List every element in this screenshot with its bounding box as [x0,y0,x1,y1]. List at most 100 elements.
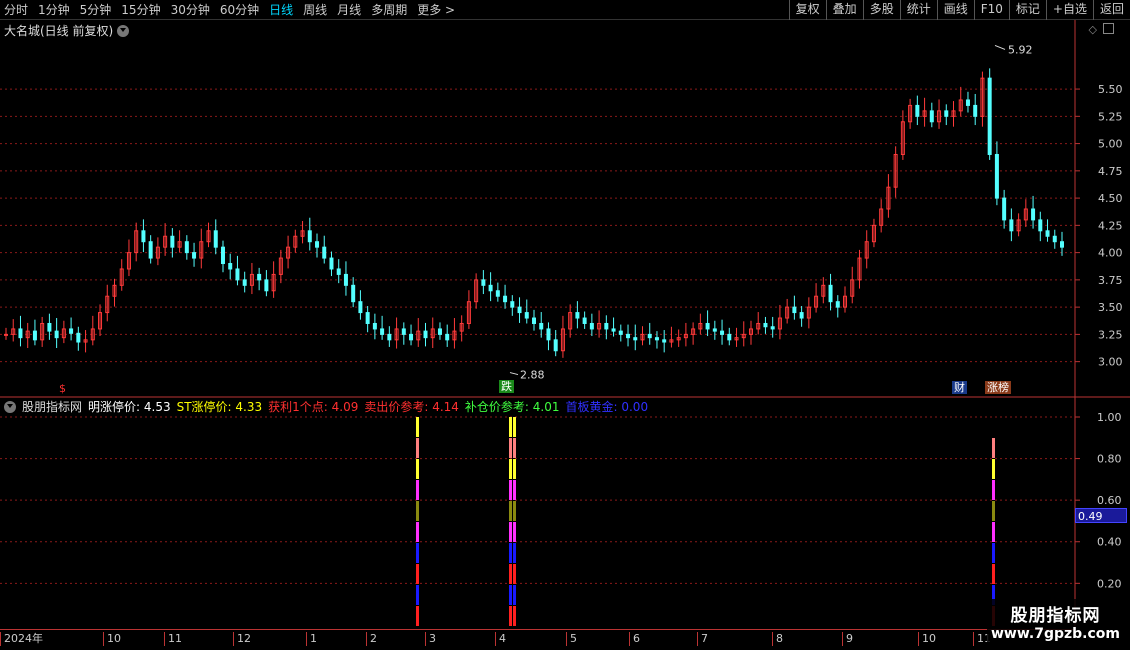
indicator-bar [992,543,995,563]
indicator-bar [513,459,516,479]
candle-body [4,333,8,336]
period-tab-10[interactable]: 更多 > [417,2,455,18]
date-label-1: 10 [103,632,121,646]
price-tick-label: 3.25 [1098,328,1123,341]
candle-body [828,284,833,303]
candle-body [257,273,262,281]
candle-body [611,328,616,332]
candle-body [220,246,225,265]
action-button-0[interactable]: 复权 [788,0,826,20]
action-button-3[interactable]: 统计 [899,0,937,20]
candle-body [192,252,197,259]
period-tab-1[interactable]: 1分钟 [38,2,70,18]
candle-body [481,279,486,286]
action-button-6[interactable]: 标记 [1008,0,1046,20]
candle-body [1002,197,1007,221]
candle-body [409,333,414,341]
candle-body [380,328,385,335]
candle-body [336,268,341,275]
price-chart[interactable]: 5.50 5.25 5.00 4.75 4.50 4.25 4.00 3.75 3.50 3.25… [0,20,1130,398]
candle-body [170,235,175,248]
signal-die: 跌 [499,380,514,393]
action-button-5[interactable]: F10 [973,0,1009,20]
price-tick-label: 4.75 [1098,165,1123,178]
signal-cai: 财 [952,381,967,394]
action-button-2[interactable]: 多股 [862,0,900,20]
candle-body [647,333,652,339]
period-tab-4[interactable]: 30分钟 [171,2,210,18]
date-axis: 2024年 10 11 12 1 2 3 4 5 6 7 8 9 10 11 [0,629,1075,650]
date-label-5: 2 [366,632,377,646]
high-label: 5.92 [1008,43,1033,56]
date-label-8: 5 [566,632,577,646]
candle-body [148,241,153,259]
indicator-bar [509,438,512,458]
period-tab-8[interactable]: 月线 [337,2,361,18]
period-tab-2[interactable]: 5分钟 [80,2,112,18]
indicator-bar [416,606,419,626]
candle-body [589,322,594,330]
action-button-4[interactable]: 画线 [936,0,974,20]
indicator-bar [992,522,995,542]
price-tick-label: 3.50 [1098,301,1123,314]
candle-body [1031,208,1036,221]
candle-body [76,332,81,343]
candle-body [1009,219,1014,232]
candle-body [47,322,52,332]
candle-body [626,333,631,339]
candle-body [965,99,970,106]
candle-body [315,241,320,248]
candle-body [727,333,732,341]
date-label-13: 10 [918,632,936,646]
indicator-bar [513,543,516,563]
indicator-bar [513,564,516,584]
candle-body [387,333,392,341]
action-button-8[interactable]: 返回 [1092,0,1130,20]
candle-body [1038,219,1043,232]
candle-body [973,104,978,117]
period-tab-6[interactable]: 日线 [269,2,293,18]
candle-body [662,339,667,343]
candle-body [1052,235,1057,243]
signal-s: $ [59,382,66,395]
candle-body [712,328,717,332]
indicator-bar [509,501,512,521]
watermark-title: 股朋指标网 [1010,606,1101,626]
indicator-bar [416,417,419,437]
candle-body [915,104,920,117]
action-button-1[interactable]: 叠加 [825,0,863,20]
candle-body [372,322,377,330]
indicator-chart[interactable]: 1.00 0.80 0.60 0.40 0.20 [0,398,1130,629]
candle-body [423,330,428,339]
indicator-bar [509,564,512,584]
indicator-bar [513,501,516,521]
candle-body [532,317,536,324]
date-label-9: 6 [629,632,640,646]
indicator-tick-label: 1.00 [1097,411,1122,424]
candle-body [18,328,23,339]
indicator-bar [509,543,512,563]
candle-body [792,306,797,314]
candle-body [705,322,710,330]
period-tab-3[interactable]: 15分钟 [121,2,160,18]
action-button-7[interactable]: +自选 [1045,0,1093,20]
candle-body [495,290,500,297]
period-tab-9[interactable]: 多周期 [371,2,407,18]
candle-body [213,230,218,248]
indicator-bar [509,522,512,542]
indicator-bar [509,480,512,500]
date-label-7: 4 [495,632,506,646]
candle-body [524,312,529,319]
indicator-bar [992,459,995,479]
candle-body [770,326,775,330]
indicator-bar [416,543,419,563]
indicator-bar [992,480,995,500]
candle-body [69,328,74,334]
indicator-bar [513,417,516,437]
period-toolbar: 分时 1分钟 5分钟 15分钟 30分钟 60分钟 日线 周线 月线 多周期 更多 > 复权 叠加 多股… [0,0,1130,20]
period-tab-5[interactable]: 60分钟 [220,2,259,18]
period-tab-7[interactable]: 周线 [303,2,327,18]
action-buttons: 复权 叠加 多股 统计 画线 F10 标记 +自选 返回 [788,0,1130,20]
period-tab-0[interactable]: 分时 [4,2,28,18]
low-label: 2.88 [520,369,545,382]
